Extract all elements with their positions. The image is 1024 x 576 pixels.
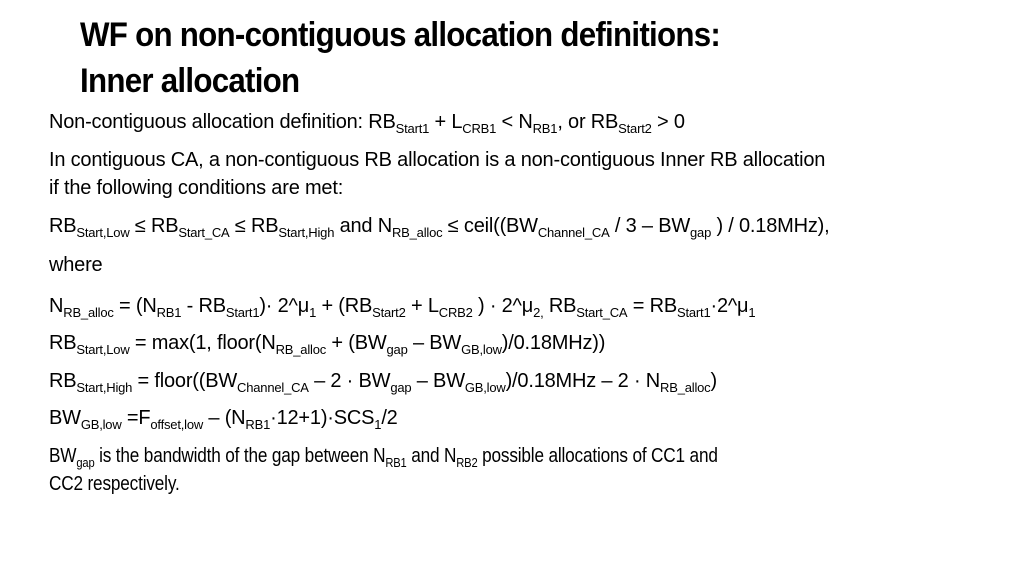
- subscript-text: RB_alloc: [63, 305, 114, 320]
- text-run: RB: [49, 215, 77, 237]
- n-rb-alloc-formula: NRB_alloc = (NRB1 - RBStart1)· 2^μ1 + (R…: [49, 292, 756, 320]
- text-run: – 2 · BW: [308, 370, 391, 392]
- bw-gap-description-line: CC2 respectively.: [49, 470, 180, 498]
- subscript-text: gap: [690, 225, 712, 240]
- text-run: + L: [429, 111, 463, 133]
- subscript-text: Channel_CA: [537, 225, 610, 240]
- text-run: and N: [406, 445, 457, 467]
- text-run: )/0.18MHz)): [501, 332, 606, 354]
- subscript-text: RB1: [532, 121, 558, 136]
- subscript-text: Start,High: [278, 225, 335, 240]
- text-run: - RB: [181, 295, 226, 317]
- subscript-text: RB_alloc: [275, 342, 327, 357]
- subscript-text: Channel_CA: [237, 380, 309, 395]
- where-line: where: [49, 251, 103, 279]
- text-run: where: [49, 254, 103, 276]
- subscript-text: GB,low: [461, 342, 502, 357]
- subscript-text: Start,High: [76, 380, 133, 395]
- text-run: and N: [334, 215, 393, 237]
- text-run: ·12+1)·SCS: [270, 407, 375, 429]
- subscript-text: Start1: [225, 305, 260, 320]
- rb-start-high-formula: RBStart,High = floor((BWChannel_CA – 2 ·…: [49, 367, 717, 395]
- subscript-text: 1: [748, 305, 756, 320]
- text-run: )· 2^μ: [259, 295, 310, 317]
- text-run: – BW: [407, 332, 462, 354]
- subscript-text: Start,Low: [76, 225, 130, 240]
- subscript-text: CRB2: [438, 305, 473, 320]
- bw-gb-low-formula: BWGB,low =Foffset,low – (NRB1·12+1)·SCS1…: [49, 404, 398, 432]
- subscript-text: RB_alloc: [391, 225, 443, 240]
- slide-title-line: WF on non-contiguous allocation definiti…: [80, 16, 721, 54]
- subscript-text: GB,low: [464, 380, 506, 395]
- text-run: = floor((BW: [132, 370, 238, 392]
- text-run: ≤ RB: [229, 215, 279, 237]
- subscript-text: Start2: [618, 121, 652, 136]
- text-run: /2: [381, 407, 398, 429]
- subscript-text: gap: [386, 342, 408, 357]
- subscript-text: gap: [390, 380, 412, 395]
- contiguous-ca-intro-line: In contiguous CA, a non-contiguous RB al…: [49, 146, 825, 174]
- text-run: In contiguous CA, a non-contiguous RB al…: [49, 149, 826, 171]
- text-run: =F: [121, 407, 151, 429]
- text-run: is the bandwidth of the gap between N: [94, 445, 386, 467]
- text-run: RB: [49, 332, 77, 354]
- text-run: ) / 0.18MHz),: [711, 215, 830, 237]
- slide-title: WF on non-contiguous allocation definiti…: [80, 12, 908, 104]
- subscript-text: CRB1: [462, 121, 497, 136]
- subscript-text: 2,: [533, 305, 544, 320]
- text-run: ≤ RB: [129, 215, 179, 237]
- text-run: N: [49, 295, 64, 317]
- text-run: possible allocations of CC1 and: [477, 445, 718, 467]
- text-run: Non-contiguous allocation definition: RB: [49, 111, 396, 133]
- text-run: ): [710, 370, 717, 392]
- text-run: BW: [49, 445, 77, 467]
- subscript-text: RB2: [456, 455, 478, 470]
- text-run: / 3 – BW: [609, 215, 691, 237]
- definition-line: Non-contiguous allocation definition: RB…: [49, 108, 685, 136]
- subscript-text: Start_CA: [178, 225, 230, 240]
- text-run: = max(1, floor(N: [129, 332, 276, 354]
- subscript-text: RB_alloc: [660, 380, 711, 395]
- slide-title-line: Inner allocation: [80, 62, 300, 100]
- text-run: ≤ ceil((BW: [442, 215, 538, 237]
- text-run: RB: [543, 295, 577, 317]
- subscript-text: gap: [76, 455, 95, 470]
- text-run: + L: [405, 295, 439, 317]
- subscript-text: Start_CA: [576, 305, 628, 320]
- text-run: RB: [49, 370, 77, 392]
- subscript-text: offset,low: [150, 417, 204, 432]
- rb-start-low-formula: RBStart,Low = max(1, floor(NRB_alloc + (…: [49, 329, 605, 357]
- subscript-text: Start,Low: [76, 342, 130, 357]
- text-run: )/0.18MHz – 2 · N: [505, 370, 661, 392]
- text-run: CC2 respectively.: [49, 473, 180, 495]
- text-run: = (N: [113, 295, 157, 317]
- text-run: if the following conditions are met:: [49, 177, 344, 199]
- text-run: BW: [49, 407, 81, 429]
- subscript-text: Start2: [372, 305, 406, 320]
- subscript-text: RB1: [245, 417, 271, 432]
- bw-gap-description-line: BWgap is the bandwidth of the gap betwee…: [49, 442, 718, 470]
- text-run: = RB: [627, 295, 677, 317]
- text-run: – BW: [411, 370, 465, 392]
- text-run: + (BW: [326, 332, 387, 354]
- subscript-text: GB,low: [80, 417, 122, 432]
- text-run: – (N: [203, 407, 246, 429]
- subscript-text: RB1: [156, 305, 182, 320]
- subscript-text: Start1: [395, 121, 430, 136]
- text-run: > 0: [651, 111, 685, 133]
- condition-line: RBStart,Low ≤ RBStart_CA ≤ RBStart,High …: [49, 212, 830, 240]
- text-run: , or RB: [557, 111, 619, 133]
- text-run: + (RB: [316, 295, 373, 317]
- text-run: ·2^μ: [710, 295, 749, 317]
- subscript-text: RB1: [385, 455, 407, 470]
- subscript-text: Start1: [677, 305, 711, 320]
- text-run: ) · 2^μ: [472, 295, 534, 317]
- contiguous-ca-intro-line: if the following conditions are met:: [49, 174, 343, 202]
- text-run: < N: [496, 111, 533, 133]
